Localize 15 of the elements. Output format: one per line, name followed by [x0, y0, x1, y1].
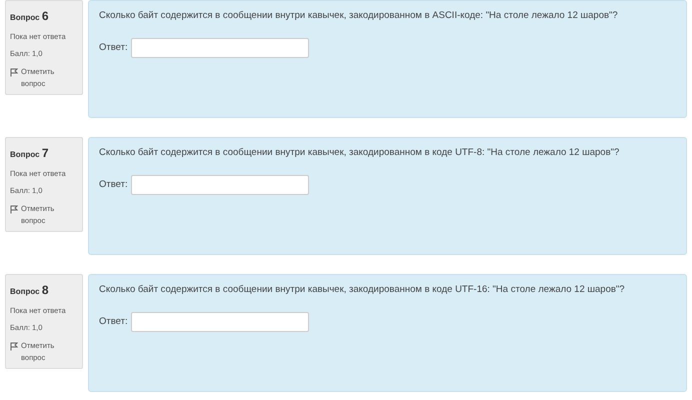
- flag-icon[interactable]: [10, 204, 18, 214]
- question-text: Сколько байт содержится в сообщении внутри кавычек, закодированном в ASCII-коде: "На столе лежало 12 шаров"?: [99, 9, 619, 23]
- question-number: Вопрос 7: [10, 145, 50, 162]
- answer-input-field[interactable]: [130, 312, 309, 332]
- question-text: Сколько байт содержится в сообщении внутри кавычек, закодированном в коде UTF-8: "На столе лежало 12 шаров"?: [99, 146, 620, 160]
- flag-icon[interactable]: [10, 68, 18, 76]
- question-text: Сколько байт содержится в сообщении внутри кавычек, закодированном в коде UTF-16: "На столе лежало 12 шаров"?: [99, 283, 626, 297]
- answer-label: Ответ:: [99, 315, 128, 330]
- answer-label: Ответ:: [99, 41, 128, 56]
- question-number: Вопрос 8: [10, 282, 50, 299]
- answer-label: Ответ:: [99, 178, 128, 192]
- answer-input-field[interactable]: [130, 38, 309, 58]
- question-number: Вопрос 6: [10, 8, 50, 25]
- flag-icon[interactable]: [10, 342, 18, 350]
- answer-input-field[interactable]: [130, 175, 309, 196]
